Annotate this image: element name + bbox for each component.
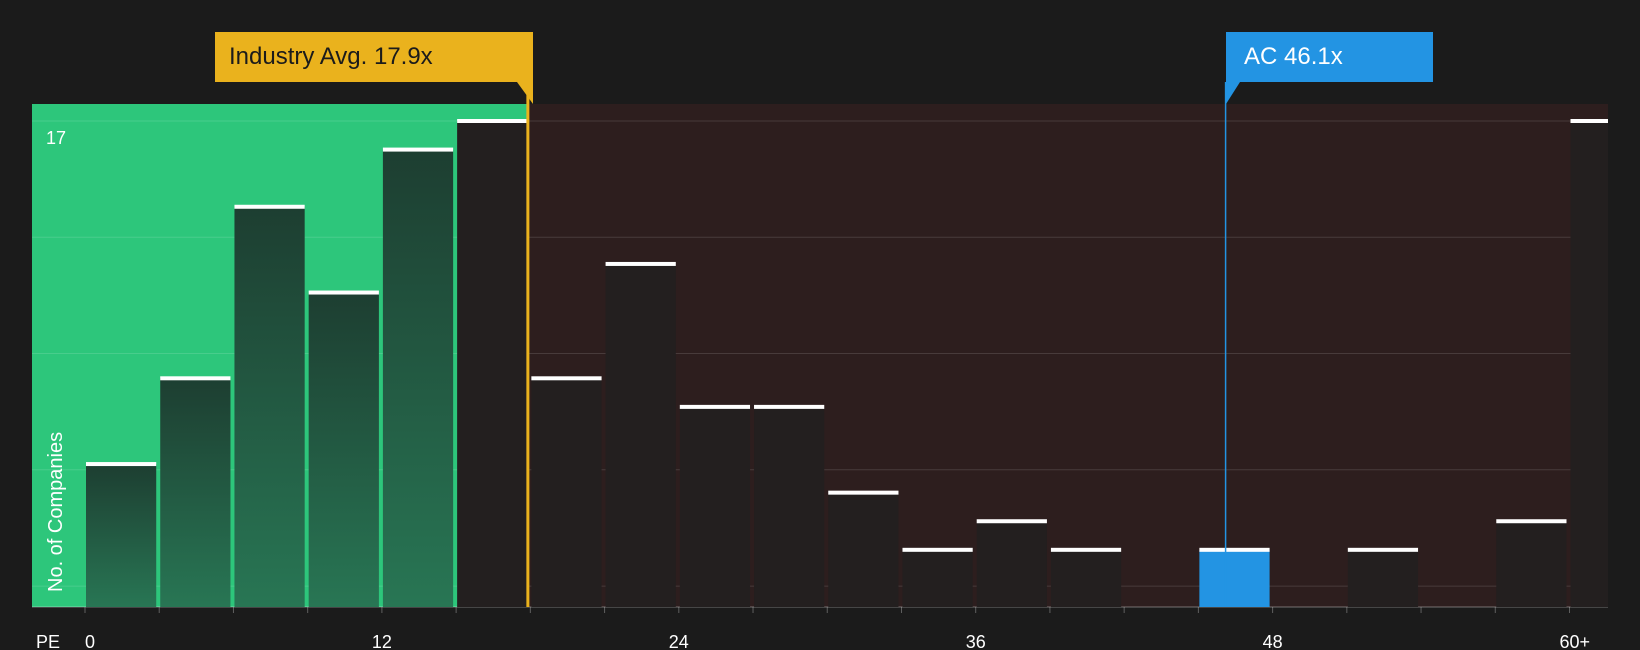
bar-top-marker	[1199, 547, 1270, 552]
x-axis-title: PE	[36, 632, 60, 650]
histogram-bar	[308, 292, 379, 607]
pe-distribution-chart: 17 No. of Companies PE 0 12 24 36 48 60+	[32, 82, 1608, 650]
histogram-bar	[828, 492, 899, 607]
histogram-bar	[457, 121, 528, 607]
x-tick-label: 12	[372, 632, 392, 650]
histogram-bar	[976, 521, 1047, 607]
y-axis-title: No. of Companies	[45, 432, 67, 592]
x-tick-label: 0	[85, 632, 95, 650]
bar-top-marker	[160, 376, 231, 381]
bar-top-marker	[902, 547, 973, 552]
bar-top-marker	[754, 404, 825, 409]
bar-top-marker	[605, 261, 676, 266]
histogram-bar	[754, 406, 825, 607]
company-label: AC 46.1x	[1244, 43, 1343, 70]
bar-top-marker	[531, 376, 602, 381]
industry-avg-label: Industry Avg. 17.9x	[229, 43, 433, 70]
bar-top-marker	[828, 490, 899, 495]
x-tick-label: 24	[669, 632, 689, 650]
bar-top-marker	[1050, 547, 1122, 552]
histogram-bar	[1347, 549, 1419, 607]
histogram-bar	[679, 406, 751, 607]
industry-avg-callout: Industry Avg. 17.9x	[215, 32, 533, 82]
bar-top-marker	[679, 404, 751, 409]
bar-top-marker	[1347, 547, 1419, 552]
histogram-bar	[1050, 549, 1122, 607]
histogram-bar	[605, 263, 676, 607]
histogram-bar	[86, 464, 157, 607]
histogram-bar	[1496, 521, 1567, 607]
bar-top-marker	[86, 462, 157, 467]
histogram-bar	[382, 149, 454, 607]
histogram-bar	[234, 206, 305, 607]
x-tick-label: 48	[1263, 632, 1283, 650]
bar-top-marker	[234, 204, 305, 209]
bar-top-marker	[457, 119, 528, 123]
histogram-bar	[902, 549, 973, 607]
industry-avg-notch	[517, 82, 533, 104]
bar-top-marker	[976, 519, 1047, 524]
y-tick-label: 17	[46, 128, 66, 148]
histogram-bar	[160, 378, 231, 607]
bar-top-marker	[1496, 519, 1567, 524]
x-tick-label: 36	[966, 632, 986, 650]
bar-top-marker	[382, 147, 454, 152]
company-notch	[1226, 82, 1240, 104]
histogram-bar	[1199, 549, 1270, 607]
company-callout: AC 46.1x	[1226, 32, 1433, 82]
bar-top-marker	[308, 290, 379, 295]
x-tick-label: 60+	[1560, 632, 1591, 650]
histogram-bar	[531, 378, 602, 607]
bar-top-marker	[1570, 119, 1608, 123]
histogram-bar	[1570, 121, 1608, 607]
